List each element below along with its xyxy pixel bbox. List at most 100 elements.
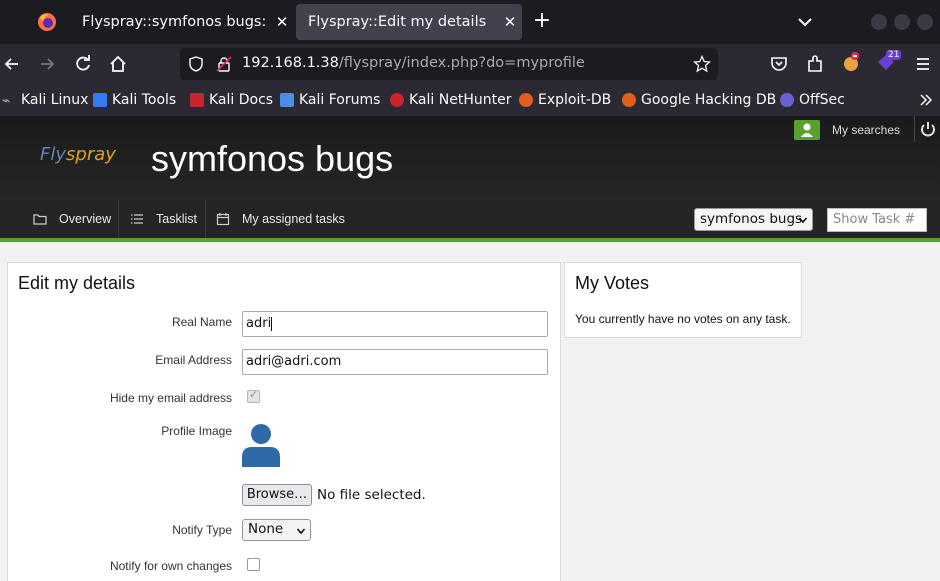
bookmark-label: OffSec [799, 92, 845, 108]
bookmark-label: Kali Tools [112, 92, 177, 108]
my-votes-panel: My Votes You currently have no votes on … [564, 262, 802, 338]
text-cursor [271, 316, 273, 331]
url-path: /flyspray/index.php?do=myprofile [338, 55, 585, 71]
lock-insecure-icon[interactable] [216, 56, 232, 72]
reload-icon[interactable] [73, 54, 93, 74]
tab-edit-details[interactable]: Flyspray::Edit my details ✕ [296, 4, 522, 40]
url-text[interactable]: 192.168.1.38/flyspray/index.php?do=mypro… [242, 55, 585, 71]
user-glyph-icon [801, 123, 813, 137]
ghdb-icon [622, 93, 636, 107]
folder-icon [33, 214, 47, 225]
notify-own-checkbox[interactable] [247, 558, 260, 571]
real-name-input[interactable]: adri [242, 311, 548, 337]
chevron-down-icon [798, 217, 808, 224]
menu-label: Overview [59, 212, 112, 226]
extension-badge: 21 [886, 50, 902, 60]
bookmark-kali-tools[interactable]: Kali Tools [93, 90, 176, 110]
pocket-icon[interactable] [769, 54, 789, 74]
main-menu: Overview Tasklist My assigned tasks symf… [0, 200, 940, 238]
avatar-icon [242, 424, 280, 467]
real-name-value: adri [246, 316, 272, 331]
bookmark-label: Google Hacking DB [641, 92, 777, 108]
menu-label: My assigned tasks [242, 212, 345, 226]
menu-my-assigned-tasks[interactable]: My assigned tasks [216, 200, 345, 238]
firefox-icon[interactable] [37, 12, 57, 32]
kali-docs-icon [190, 93, 204, 107]
kali-tools-icon [93, 93, 107, 107]
bookmark-label: Exploit-DB [538, 92, 612, 108]
chevron-down-icon[interactable] [795, 12, 815, 32]
home-icon[interactable] [108, 54, 128, 74]
new-tab-icon[interactable]: + [532, 10, 552, 34]
bookmark-label: Kali Linux [21, 92, 89, 108]
close-icon[interactable]: ✕ [270, 13, 294, 31]
menu-tasklist[interactable]: Tasklist [130, 200, 197, 238]
hide-email-label: Hide my email address [109, 391, 232, 405]
close-icon[interactable]: ✕ [498, 13, 522, 31]
kali-forums-icon [280, 93, 294, 107]
bookmark-offsec[interactable]: OffSec [780, 90, 845, 110]
bookmark-exploit-db[interactable]: Exploit-DB [519, 90, 611, 110]
tab-tasklist[interactable]: Flyspray::symfonos bugs: Tas ✕ [70, 4, 294, 40]
bookmark-label: Kali Docs [209, 92, 274, 108]
minimize-button[interactable] [871, 14, 887, 30]
notify-type-select[interactable]: None [242, 519, 311, 541]
forward-icon[interactable] [37, 54, 57, 74]
calendar-icon [216, 213, 230, 226]
browse-button[interactable]: Browse… [242, 484, 312, 506]
url-bar[interactable]: 192.168.1.38/flyspray/index.php?do=mypro… [180, 48, 718, 80]
show-task-input[interactable]: Show Task # [827, 208, 927, 232]
maximize-button[interactable] [894, 14, 910, 30]
logo-part-fly: Fly [40, 144, 67, 165]
close-window-button[interactable] [917, 14, 933, 30]
offsec-icon [780, 93, 794, 107]
project-select[interactable]: symfonos bugs [694, 208, 813, 231]
bookmark-kali-docs[interactable]: Kali Docs [190, 90, 273, 110]
logout-button[interactable] [914, 116, 940, 142]
bookmark-label: Kali Forums [299, 92, 381, 108]
kali-icon: ⌁ [2, 93, 11, 109]
real-name-label: Real Name [171, 315, 232, 329]
bookmark-kali-nethunter[interactable]: Kali NetHunter [390, 90, 511, 110]
menu-overview[interactable]: Overview [33, 200, 111, 238]
tab-title: Flyspray::Edit my details [308, 14, 487, 30]
url-host: 192.168.1.38 [242, 55, 339, 71]
email-input[interactable]: adri@adri.com [242, 349, 548, 375]
flyspray-logo[interactable]: Flyspray [40, 144, 116, 165]
user-icon[interactable] [794, 120, 820, 140]
extensions-icon[interactable] [805, 54, 825, 74]
exploitdb-icon [519, 93, 533, 107]
tab-title: Flyspray::symfonos bugs: Tas [82, 14, 270, 30]
my-searches-link[interactable]: My searches [832, 123, 900, 137]
content-area: Edit my details Real Name adri Email Add… [0, 242, 940, 581]
cookie-extension-icon[interactable] [841, 52, 861, 72]
menu-separator [205, 200, 206, 238]
bookmark-kali-linux[interactable]: ⌁ Kali Linux [2, 90, 88, 110]
panel-title: Edit my details [18, 273, 136, 293]
browser-navbar: 192.168.1.38/flyspray/index.php?do=mypro… [0, 44, 940, 84]
bookmarks-toolbar: ⌁ Kali Linux Kali Tools Kali Docs Kali Fo… [0, 84, 940, 116]
nethunter-icon [390, 93, 404, 107]
notify-own-label: Notify for own changes [109, 559, 232, 573]
votes-text: You currently have no votes on any task. [575, 312, 791, 326]
notify-type-value: None [248, 521, 284, 537]
chevron-double-right-icon[interactable] [918, 92, 934, 108]
browser-tabbar: Flyspray::symfonos bugs: Tas ✕ Flyspray:… [0, 0, 940, 44]
no-file-text: No file selected. [317, 487, 426, 503]
shield-icon[interactable] [188, 56, 204, 72]
menu-label: Tasklist [156, 212, 197, 226]
menu-separator [118, 200, 119, 238]
email-label: Email Address [155, 353, 232, 367]
bookmark-kali-forums[interactable]: Kali Forums [280, 90, 380, 110]
site-header: Flyspray symfonos bugs My searches [0, 116, 940, 200]
bookmark-google-hacking-db[interactable]: Google Hacking DB [622, 90, 776, 110]
hide-email-checkbox[interactable] [247, 388, 260, 403]
notify-type-label: Notify Type [172, 523, 232, 537]
chevron-down-icon [296, 528, 306, 535]
star-icon[interactable] [693, 55, 711, 73]
back-icon[interactable] [2, 54, 22, 74]
email-value: adri@adri.com [246, 354, 342, 369]
power-icon [921, 122, 935, 137]
edit-details-panel: Edit my details Real Name adri Email Add… [7, 262, 561, 581]
hamburger-menu-icon[interactable] [913, 54, 933, 74]
